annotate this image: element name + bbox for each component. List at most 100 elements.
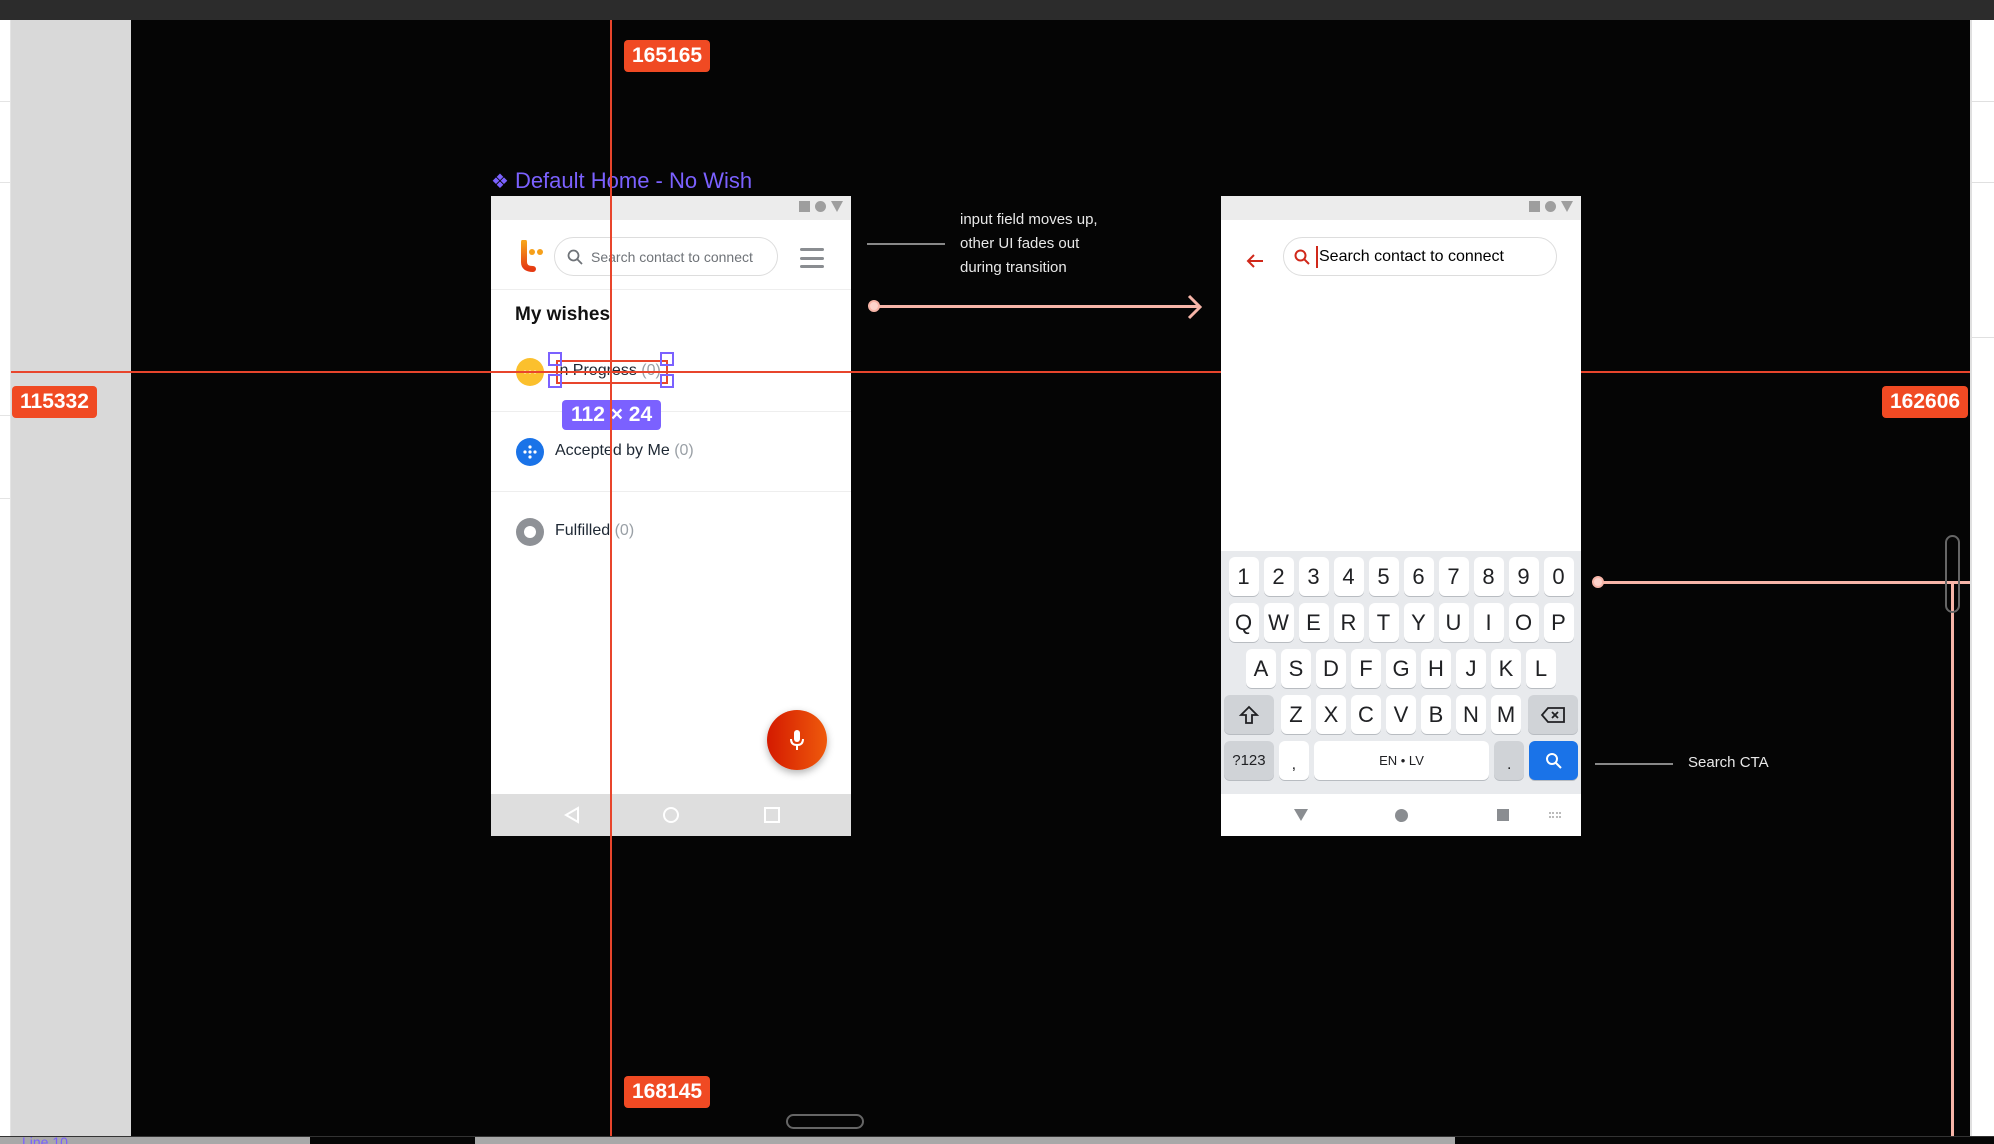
key-b[interactable]: B <box>1421 695 1451 734</box>
design-canvas[interactable] <box>131 20 1970 1136</box>
key-p[interactable]: P <box>1543 603 1574 642</box>
key-k[interactable]: K <box>1491 649 1521 688</box>
key-w[interactable]: W <box>1263 603 1294 642</box>
vertical-connector-line <box>1951 582 1954 1136</box>
key-7[interactable]: 7 <box>1438 557 1469 596</box>
key-8[interactable]: 8 <box>1473 557 1504 596</box>
soft-keyboard[interactable]: 1234567890 QWERTYUIOP ASDFGHJKL ZXCVBNM … <box>1221 551 1581 794</box>
canvas-scroll-handle[interactable] <box>1945 535 1960 613</box>
key-r[interactable]: R <box>1333 603 1364 642</box>
distance-top-label: 165165 <box>624 40 711 72</box>
recents-nav-icon[interactable] <box>763 806 781 824</box>
wish-label: Accepted by Me <box>555 442 670 459</box>
plus-dots-icon <box>516 438 544 466</box>
back-nav-icon[interactable] <box>564 806 580 824</box>
symbols-key[interactable]: ?123 <box>1224 741 1274 780</box>
key-i[interactable]: I <box>1473 603 1504 642</box>
editor-top-bar <box>0 0 1994 20</box>
key-o[interactable]: O <box>1508 603 1539 642</box>
annotation-leader-line <box>867 243 945 245</box>
search-placeholder: Search contact to connect <box>591 248 753 265</box>
wish-row-accepted[interactable]: Accepted by Me (0) <box>491 412 851 492</box>
app-bar: Search contact to connect <box>491 220 851 290</box>
key-n[interactable]: N <box>1456 695 1486 734</box>
key-z[interactable]: Z <box>1281 695 1311 734</box>
search-action-key[interactable] <box>1529 741 1578 780</box>
key-l[interactable]: L <box>1526 649 1556 688</box>
text-caret <box>1316 245 1318 268</box>
frame-title: Default Home - No Wish <box>514 168 753 193</box>
frame-label[interactable]: ❖ Default Home - No Wish <box>491 168 752 194</box>
key-4[interactable]: 4 <box>1333 557 1364 596</box>
key-y[interactable]: Y <box>1403 603 1434 642</box>
key-h[interactable]: H <box>1421 649 1451 688</box>
key-e[interactable]: E <box>1298 603 1329 642</box>
resize-handle[interactable] <box>548 374 562 388</box>
home-nav-icon[interactable] <box>1395 809 1408 822</box>
editor-bottom-bar: Line 10 <box>0 1136 1994 1144</box>
canvas-scroll-handle[interactable] <box>786 1114 864 1129</box>
circle-status-icon <box>815 201 826 212</box>
distance-left-label: 115332 <box>12 386 97 418</box>
key-3[interactable]: 3 <box>1298 557 1329 596</box>
wish-row-fulfilled[interactable]: Fulfilled (0) <box>491 492 851 572</box>
right-properties-panel[interactable] <box>1970 20 1994 1136</box>
key-u[interactable]: U <box>1438 603 1469 642</box>
backspace-icon <box>1540 706 1565 723</box>
key-t[interactable]: T <box>1368 603 1399 642</box>
search-input[interactable]: Search contact to connect <box>1283 237 1557 276</box>
key-0[interactable]: 0 <box>1543 557 1574 596</box>
resize-handle[interactable] <box>548 352 562 366</box>
component-icon: ❖ <box>491 170 509 193</box>
key-a[interactable]: A <box>1246 649 1276 688</box>
recents-nav-icon[interactable] <box>1497 809 1509 821</box>
key-1[interactable]: 1 <box>1228 557 1259 596</box>
shift-icon <box>1238 705 1260 724</box>
transition-arrow-line <box>878 305 1200 308</box>
annotation-leader-line <box>1595 763 1673 765</box>
period-key[interactable]: . <box>1494 741 1525 780</box>
status-bar <box>491 196 851 220</box>
search-icon <box>1294 249 1310 265</box>
key-6[interactable]: 6 <box>1403 557 1434 596</box>
square-status-icon <box>1529 201 1540 212</box>
space-key[interactable]: EN • LV <box>1313 741 1490 780</box>
key-9[interactable]: 9 <box>1508 557 1539 596</box>
circle-status-icon <box>1545 201 1556 212</box>
keyboard-switch-icon[interactable] <box>1549 812 1561 818</box>
key-x[interactable]: X <box>1316 695 1346 734</box>
distance-right-label: 162606 <box>1882 386 1969 418</box>
key-5[interactable]: 5 <box>1368 557 1399 596</box>
menu-icon[interactable] <box>800 248 824 268</box>
key-s[interactable]: S <box>1281 649 1311 688</box>
key-j[interactable]: J <box>1456 649 1486 688</box>
left-layers-panel[interactable] <box>0 20 11 1136</box>
canvas-gutter <box>11 20 131 1136</box>
key-g[interactable]: G <box>1386 649 1416 688</box>
comma-key[interactable]: , <box>1278 741 1309 780</box>
search-icon <box>567 249 583 265</box>
resize-handle[interactable] <box>660 352 674 366</box>
home-nav-icon[interactable] <box>662 806 680 824</box>
microphone-icon <box>790 730 804 750</box>
resize-handle[interactable] <box>660 374 674 388</box>
key-q[interactable]: Q <box>1228 603 1259 642</box>
key-f[interactable]: F <box>1351 649 1381 688</box>
back-arrow-icon[interactable] <box>1245 253 1265 269</box>
key-2[interactable]: 2 <box>1263 557 1294 596</box>
home-screen-frame[interactable]: Search contact to connect My wishes In P… <box>491 196 851 836</box>
shift-key[interactable] <box>1224 695 1274 734</box>
key-c[interactable]: C <box>1351 695 1381 734</box>
key-d[interactable]: D <box>1316 649 1346 688</box>
back-nav-icon[interactable] <box>1294 809 1308 821</box>
search-icon <box>1545 752 1562 769</box>
search-screen-frame[interactable]: Search contact to connect 1234567890 QWE… <box>1221 196 1581 836</box>
key-m[interactable]: M <box>1491 695 1521 734</box>
search-input[interactable]: Search contact to connect <box>554 237 778 276</box>
key-v[interactable]: V <box>1386 695 1416 734</box>
android-nav-bar <box>491 794 851 836</box>
vertical-guide <box>610 20 612 1136</box>
voice-fab-button[interactable] <box>767 710 827 770</box>
status-bar <box>1221 196 1581 220</box>
backspace-key[interactable] <box>1528 695 1578 734</box>
